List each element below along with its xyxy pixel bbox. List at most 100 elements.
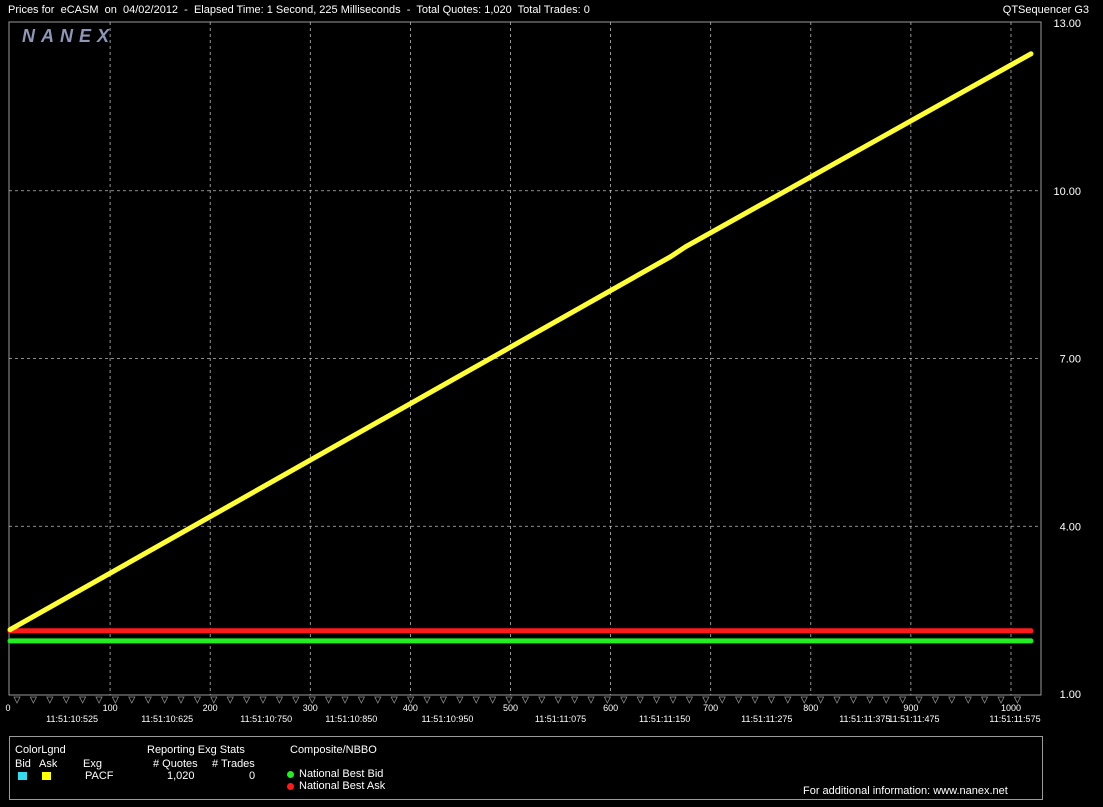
quote-marker-icon bbox=[620, 696, 628, 704]
quote-marker-icon bbox=[472, 696, 480, 704]
quote-marker-icon bbox=[423, 696, 431, 704]
x-tick-label: 700 bbox=[703, 703, 718, 713]
quote-marker-icon bbox=[964, 696, 972, 704]
y-tick-label: 1.00 bbox=[1060, 689, 1081, 701]
time-label: 11:51:11:075 bbox=[535, 714, 586, 724]
quote-marker-icon bbox=[439, 696, 448, 704]
quote-marker-icon bbox=[636, 696, 644, 704]
quote-marker-icon bbox=[324, 696, 333, 704]
legend-bid-label: Bid bbox=[15, 758, 31, 770]
legend-exchange: PACF bbox=[85, 770, 114, 782]
quote-marker-icon bbox=[374, 696, 382, 704]
quote-marker-icon bbox=[13, 696, 21, 704]
quote-marker-icon bbox=[554, 696, 562, 704]
quote-marker-icon bbox=[29, 696, 38, 704]
quote-marker-icon bbox=[751, 696, 759, 704]
x-axis-ticks: 0 100 200 300 400 500 600 700 800 900 1000 bbox=[5, 703, 1021, 713]
nbb-label: National Best Bid bbox=[299, 768, 384, 780]
quotes-value: 1,020 bbox=[167, 770, 195, 782]
legend-panel: ColorLgnd Bid Ask Exg PACF Reporting Exg… bbox=[9, 736, 1043, 800]
y-axis-ticks: 13.00 10.00 7.00 4.00 1.00 bbox=[1053, 18, 1081, 701]
nba-dot-icon bbox=[287, 783, 294, 790]
x-tick-label: 0 bbox=[5, 703, 10, 713]
quote-marker-icon bbox=[784, 696, 792, 704]
time-label: 11:51:11:375 bbox=[839, 714, 890, 724]
quote-marker-icon bbox=[128, 696, 136, 704]
quote-marker-icon bbox=[275, 696, 284, 704]
nbb-dot-icon bbox=[287, 771, 294, 778]
legend-exg-label: Exg bbox=[83, 758, 102, 770]
quote-marker-icon bbox=[78, 696, 87, 704]
quote-marker-icon bbox=[685, 696, 694, 704]
x-tick-label: 1000 bbox=[1001, 703, 1021, 713]
quote-marker-icon bbox=[718, 696, 726, 704]
quote-marker-icon bbox=[95, 696, 103, 704]
quote-marker-icon bbox=[816, 696, 825, 704]
time-label: 11:51:10:525 bbox=[46, 714, 98, 724]
y-tick-label: 4.00 bbox=[1060, 521, 1081, 533]
quote-marker-icon bbox=[980, 696, 989, 704]
quote-marker-icon bbox=[488, 696, 497, 704]
quote-marker-icon bbox=[193, 696, 202, 704]
quote-marker-icon bbox=[62, 696, 70, 704]
x-tick-label: 100 bbox=[103, 703, 118, 713]
x-tick-label: 300 bbox=[303, 703, 318, 713]
time-labels: 11:51:10:525 11:51:10:625 11:51:10:750 11:5… bbox=[46, 714, 1040, 724]
quote-marker-icon bbox=[767, 696, 776, 704]
time-label: 11:51:10:850 bbox=[325, 714, 377, 724]
x-tick-label: 800 bbox=[803, 703, 818, 713]
quote-marker-icon bbox=[931, 696, 940, 704]
ask-swatch-icon bbox=[42, 772, 51, 780]
quote-marker-icon bbox=[292, 696, 300, 704]
quote-marker-icon bbox=[46, 696, 54, 704]
quote-marker-icon bbox=[734, 696, 743, 704]
legend-color-title: ColorLgnd bbox=[15, 744, 66, 756]
quote-marker-icon bbox=[570, 696, 579, 704]
quote-marker-icon bbox=[948, 696, 956, 704]
time-label: 11:51:11:150 bbox=[639, 714, 690, 724]
quote-marker-icon bbox=[160, 696, 169, 704]
legend-ask-label: Ask bbox=[39, 758, 58, 770]
trades-header: # Trades bbox=[212, 758, 255, 770]
bid-swatch-icon bbox=[18, 772, 27, 780]
quote-marker-icon bbox=[833, 696, 841, 704]
y-tick-label: 10.00 bbox=[1053, 186, 1081, 198]
y-tick-label: 13.00 bbox=[1053, 18, 1081, 30]
quote-marker-icon bbox=[652, 696, 661, 704]
info-footer: For additional information: www.nanex.ne… bbox=[803, 785, 1008, 797]
x-tick-label: 200 bbox=[203, 703, 218, 713]
quote-marker-icon bbox=[242, 696, 251, 704]
quote-marker-icon bbox=[226, 696, 234, 704]
nanex-watermark: NANEX bbox=[22, 26, 115, 46]
quote-marker-icon bbox=[390, 696, 398, 704]
quote-marker-icon bbox=[669, 696, 677, 704]
quotes-header: # Quotes bbox=[153, 758, 198, 770]
time-label: 11:51:11:475 bbox=[888, 714, 939, 724]
time-label: 11:51:10:950 bbox=[421, 714, 473, 724]
quote-marker-icon bbox=[144, 696, 152, 704]
quote-marker-icon bbox=[521, 696, 530, 704]
time-label: 11:51:10:625 bbox=[141, 714, 193, 724]
time-label: 11:51:11:275 bbox=[741, 714, 792, 724]
reporting-title: Reporting Exg Stats bbox=[147, 744, 245, 756]
quote-marker-icon bbox=[538, 696, 546, 704]
quote-marker-icon bbox=[849, 696, 858, 704]
x-tick-label: 400 bbox=[403, 703, 418, 713]
quote-marker-icon bbox=[456, 696, 464, 704]
quote-marker-icon bbox=[882, 696, 890, 704]
time-label: 11:51:10:750 bbox=[240, 714, 292, 724]
quote-marker-icon bbox=[177, 696, 185, 704]
nba-label: National Best Ask bbox=[299, 780, 386, 792]
quote-marker-icon bbox=[259, 696, 267, 704]
quote-marker-icon bbox=[866, 696, 874, 704]
quote-marker-icon bbox=[341, 696, 349, 704]
time-label: 11:51:11:575 bbox=[989, 714, 1040, 724]
x-tick-label: 500 bbox=[503, 703, 518, 713]
composite-title: Composite/NBBO bbox=[290, 744, 377, 756]
x-tick-label: 600 bbox=[603, 703, 618, 713]
quote-marker-icon bbox=[587, 696, 595, 704]
x-tick-label: 900 bbox=[903, 703, 918, 713]
trades-value: 0 bbox=[249, 770, 256, 782]
y-tick-label: 7.00 bbox=[1060, 354, 1081, 366]
price-chart: NANEX 13.00 10.00 7.00 4.00 1.00 0 100 200 300 4… bbox=[5, 18, 1081, 724]
